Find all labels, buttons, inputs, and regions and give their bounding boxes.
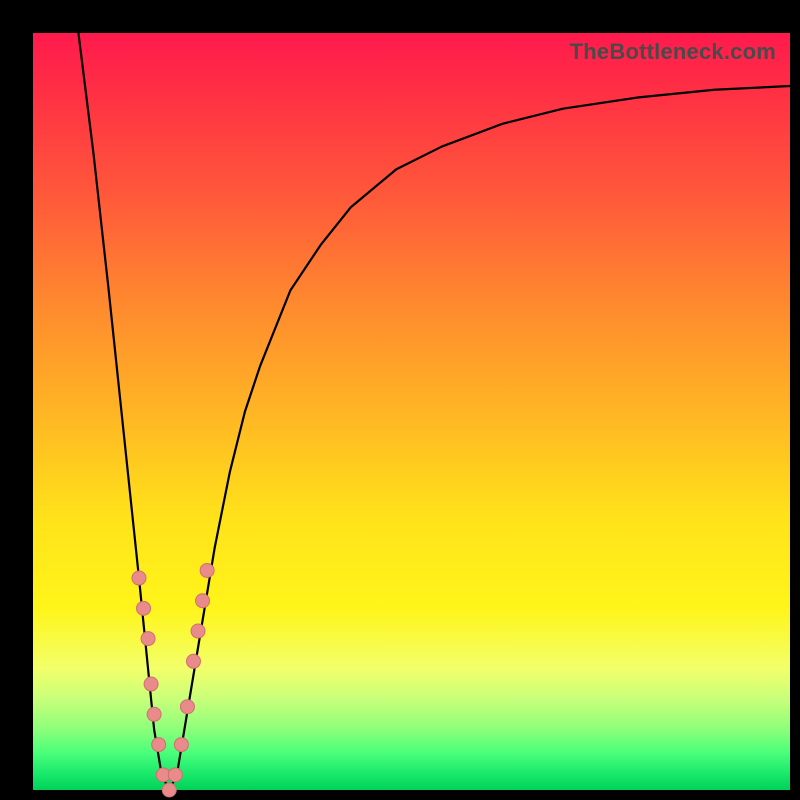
marker-dot <box>162 783 176 797</box>
plot-area: TheBottleneck.com <box>33 33 790 790</box>
marker-dot <box>196 594 210 608</box>
bottleneck-curve <box>78 33 790 790</box>
dots-layer <box>132 563 214 797</box>
marker-dot <box>191 624 205 638</box>
marker-dot <box>144 677 158 691</box>
marker-dot <box>186 654 200 668</box>
marker-dot <box>152 738 166 752</box>
curve-svg <box>33 33 790 790</box>
marker-dot <box>141 632 155 646</box>
chart-frame: TheBottleneck.com <box>0 0 800 800</box>
marker-dot <box>168 768 182 782</box>
marker-dot <box>180 700 194 714</box>
marker-dot <box>137 601 151 615</box>
marker-dot <box>132 571 146 585</box>
marker-dot <box>174 738 188 752</box>
marker-dot <box>147 707 161 721</box>
marker-dot <box>200 563 214 577</box>
